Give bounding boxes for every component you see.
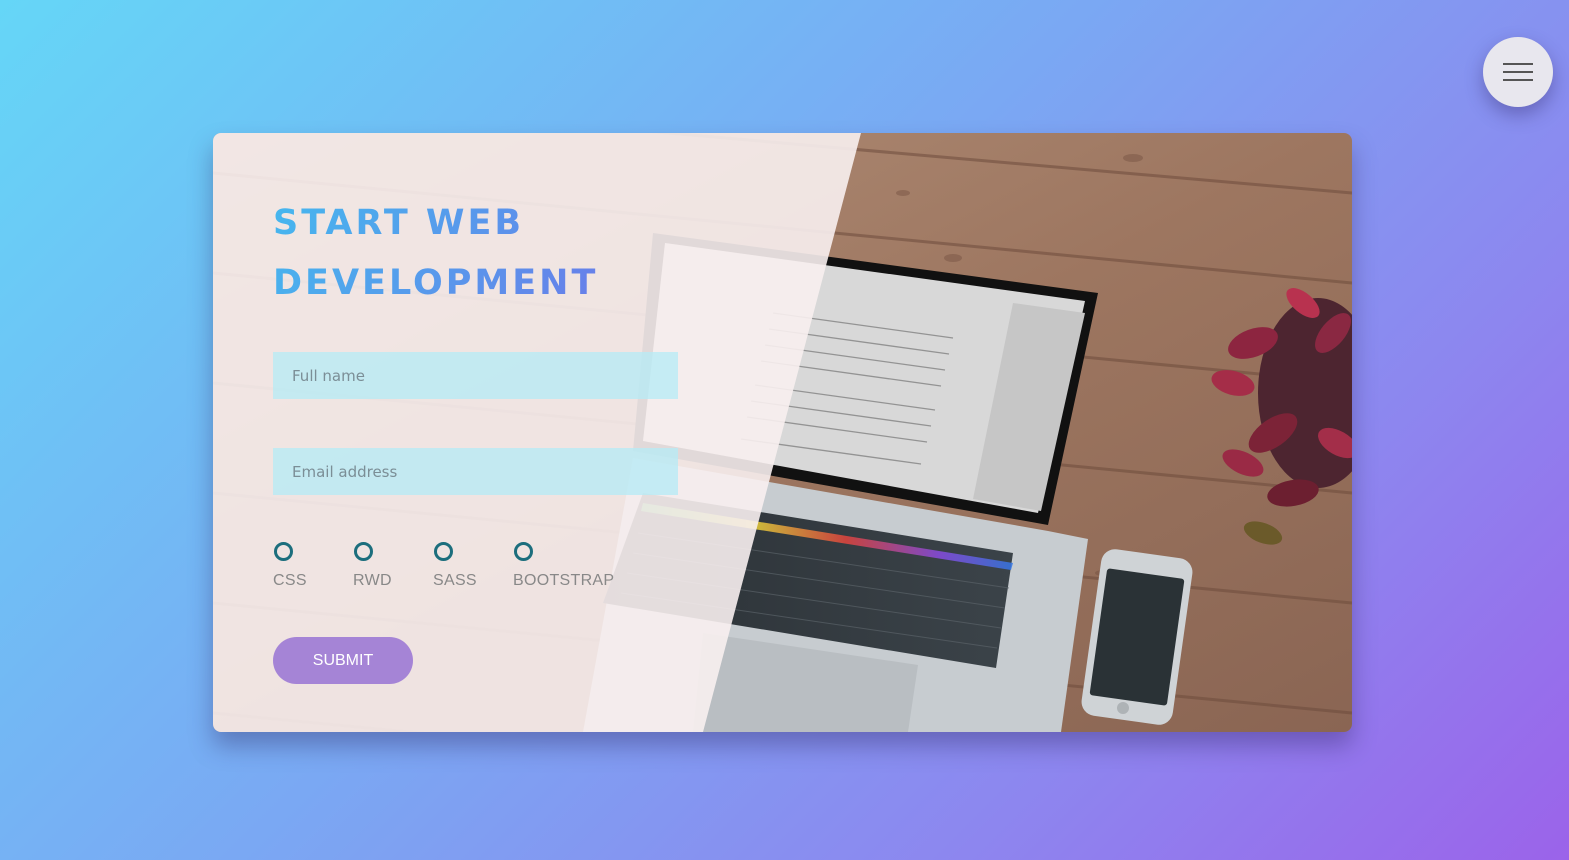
option-rwd-label: RWD <box>353 572 392 589</box>
option-rwd[interactable]: RWD <box>353 542 392 590</box>
email-input[interactable] <box>273 448 678 495</box>
signup-card: START WEB DEVELOPMENT CSS RWD SASS BOOTS… <box>213 133 1352 732</box>
submit-button[interactable]: SUBMIT <box>273 637 413 684</box>
page-title: START WEB DEVELOPMENT <box>273 193 793 313</box>
option-bootstrap[interactable]: BOOTSTRAP <box>513 542 614 590</box>
option-css[interactable]: CSS <box>273 542 307 590</box>
radio-rwd[interactable] <box>354 542 373 561</box>
radio-sass[interactable] <box>434 542 453 561</box>
radio-bootstrap[interactable] <box>514 542 533 561</box>
option-css-label: CSS <box>273 572 307 589</box>
title-line-1: START WEB <box>273 203 525 243</box>
radio-css[interactable] <box>274 542 293 561</box>
menu-button[interactable] <box>1483 37 1553 107</box>
title-line-2: DEVELOPMENT <box>273 263 599 303</box>
option-sass[interactable]: SASS <box>433 542 477 590</box>
full-name-input[interactable] <box>273 352 678 399</box>
hamburger-menu-icon <box>1503 62 1533 82</box>
option-bootstrap-label: BOOTSTRAP <box>513 572 615 589</box>
option-sass-label: SASS <box>433 572 477 589</box>
